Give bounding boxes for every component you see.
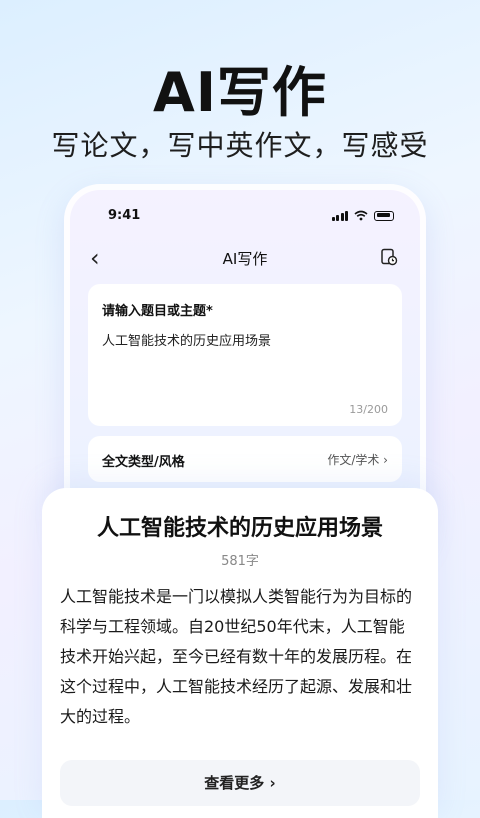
topic-input-label: 请输入题目或主题* — [102, 304, 213, 319]
battery-icon — [374, 210, 394, 221]
topic-input-card[interactable]: 请输入题目或主题* 人工智能技术的历史应用场景 13/200 — [88, 284, 402, 426]
type-style-label: 全文类型/风格 — [102, 455, 185, 470]
topic-input-field[interactable]: 人工智能技术的历史应用场景 — [102, 330, 271, 349]
hero-title: AI写作 — [153, 61, 327, 124]
char-counter: 13/200 — [349, 403, 388, 416]
article-body: 人工智能技术是一门以模拟人类智能行为为目标的科学与工程领域。自20世纪50年代末… — [60, 587, 413, 726]
hero-subtitle: 写论文，写中英作文，写感受 — [51, 129, 429, 162]
type-style-selector[interactable]: 全文类型/风格 作文/学术 › — [88, 436, 402, 482]
article-title: 人工智能技术的历史应用场景 — [96, 516, 383, 541]
article-preview-card: 人工智能技术的历史应用场景 581字 人工智能技术是一门以模拟人类智能行为为目标… — [42, 488, 438, 818]
signal-icon — [331, 210, 348, 221]
type-style-value[interactable]: 作文/学术 › — [327, 451, 388, 468]
nav-bar: ‹ AI写作 — [70, 244, 420, 274]
status-time: 9:41 — [108, 208, 141, 223]
article-word-count: 581字 — [221, 554, 259, 569]
status-bar: 9:41 — [70, 208, 420, 228]
nav-title: AI写作 — [222, 250, 268, 268]
history-doc-icon[interactable] — [380, 248, 398, 266]
wifi-icon — [354, 210, 368, 221]
view-more-button[interactable]: 查看更多 › — [60, 760, 420, 806]
